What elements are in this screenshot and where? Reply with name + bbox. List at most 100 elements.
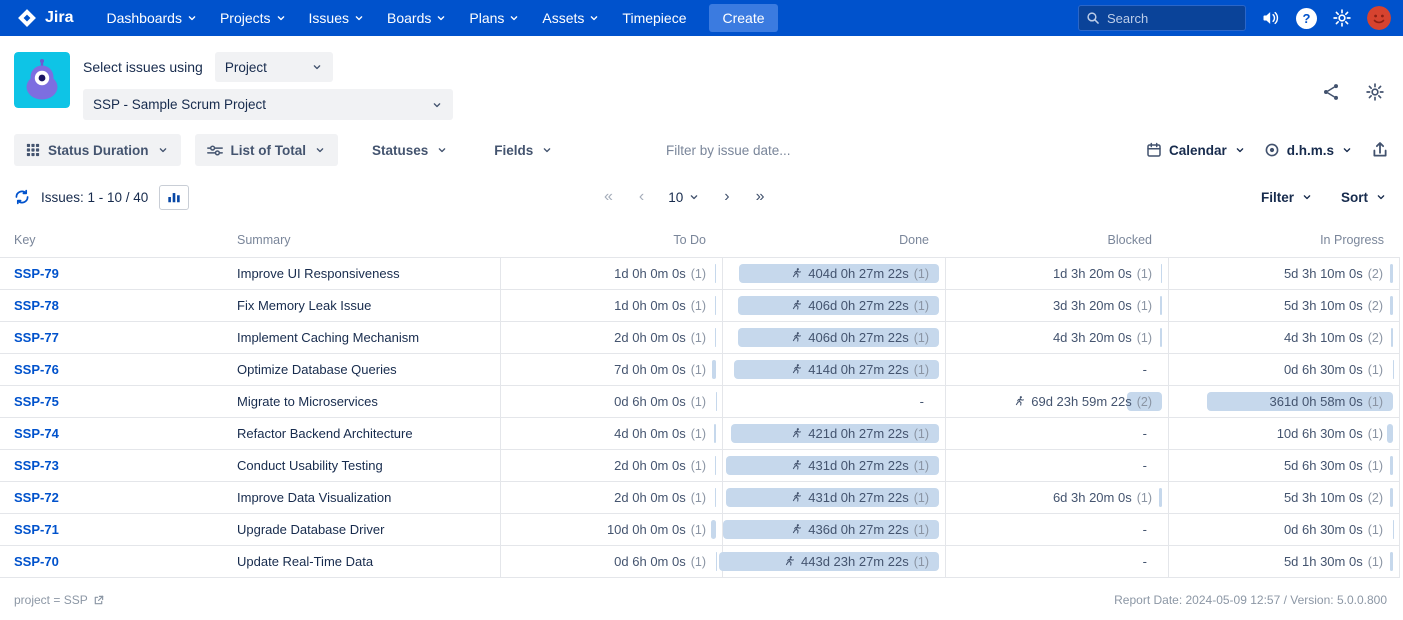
gear-icon [1332, 8, 1352, 28]
nav-item-issues[interactable]: Issues [298, 0, 376, 36]
nav-item-boards[interactable]: Boards [376, 0, 458, 36]
issue-key-link[interactable]: SSP-78 [14, 298, 59, 313]
summary-text: Implement Caching Mechanism [237, 330, 419, 345]
issue-key-link[interactable]: SSP-74 [14, 426, 59, 441]
done-cell: 443d 23h 27m 22s(1) [722, 546, 945, 577]
issue-key-link[interactable]: SSP-73 [14, 458, 59, 473]
report-settings-button[interactable] [1365, 82, 1385, 102]
issue-key-link[interactable]: SSP-75 [14, 394, 59, 409]
issue-key-link[interactable]: SSP-72 [14, 490, 59, 505]
time-format-button[interactable]: d.h.m.s [1264, 142, 1353, 158]
blocked-cell: 3d 3h 20m 0s (1) [945, 290, 1168, 321]
search-box [1078, 5, 1246, 31]
duration-value: 431d 0h 27m 22s [808, 458, 908, 473]
issue-key-link[interactable]: SSP-77 [14, 330, 59, 345]
project-select-dropdown[interactable]: SSP - Sample Scrum Project [83, 89, 453, 120]
duration-value: - [1143, 554, 1147, 569]
report-type-button[interactable]: Status Duration [14, 134, 181, 166]
done-cell: 406d 0h 27m 22s(1) [722, 290, 945, 321]
in-progress-cell: 5d 3h 10m 0s(2) [1168, 290, 1400, 321]
jira-logo-icon [16, 7, 38, 29]
issue-key-link[interactable]: SSP-71 [14, 522, 59, 537]
chevron-down-icon [353, 12, 365, 24]
select-type-dropdown[interactable]: Project [215, 52, 333, 82]
first-page-button[interactable]: « [594, 186, 623, 208]
share-icon [1321, 82, 1341, 102]
user-avatar[interactable] [1367, 6, 1391, 30]
nav-item-assets[interactable]: Assets [531, 0, 611, 36]
chevron-down-icon [311, 61, 323, 73]
nav-item-timepiece[interactable]: Timepiece [611, 0, 697, 36]
duration-value: - [920, 394, 924, 409]
duration-bar [1390, 296, 1393, 315]
status-count: (1) [691, 395, 706, 409]
nav-item-plans[interactable]: Plans [458, 0, 531, 36]
last-page-button[interactable]: » [746, 186, 775, 208]
report-meta: Report Date: 2024-05-09 12:57 / Version:… [1114, 593, 1387, 607]
nav-item-label: Timepiece [622, 10, 686, 26]
report-type-label: Status Duration [48, 143, 149, 158]
bar-chart-icon [167, 190, 181, 204]
list-of-total-button[interactable]: List of Total [195, 134, 339, 166]
duration-value: 3d 3h 20m 0s [1053, 298, 1132, 313]
jql-filter-link[interactable]: project = SSP [14, 593, 104, 607]
status-count: (1) [1137, 299, 1152, 313]
todo-cell: 0d 6h 0m 0s(1) [500, 386, 722, 417]
nav-item-label: Issues [309, 10, 349, 26]
nav-item-dashboards[interactable]: Dashboards [95, 0, 209, 36]
column-header-todo[interactable]: To Do [500, 233, 722, 247]
issue-date-filter[interactable]: Filter by issue date... [666, 143, 791, 158]
duration-value: 0d 6h 0m 0s [614, 554, 686, 569]
column-header-summary[interactable]: Summary [237, 233, 500, 247]
issue-key-link[interactable]: SSP-76 [14, 362, 59, 377]
status-count: (1) [691, 427, 706, 441]
duration-bar [1387, 424, 1393, 443]
prev-page-button[interactable]: ‹ [629, 186, 654, 208]
time-format-label: d.h.m.s [1287, 143, 1334, 158]
duration-value: 0d 6h 30m 0s [1284, 362, 1363, 377]
status-count: (2) [1368, 331, 1383, 345]
column-header-in-progress[interactable]: In Progress [1168, 233, 1400, 247]
share-button[interactable] [1321, 82, 1341, 102]
calendar-button[interactable]: Calendar [1146, 142, 1246, 158]
status-count: (1) [914, 491, 929, 505]
export-button[interactable] [1371, 141, 1389, 159]
chart-view-button[interactable] [159, 185, 189, 210]
status-count: (1) [1368, 363, 1383, 377]
duration-bar [715, 488, 716, 507]
column-header-done[interactable]: Done [722, 233, 945, 247]
issue-summary: Conduct Usability Testing [237, 450, 500, 481]
next-page-button[interactable]: › [714, 186, 739, 208]
refresh-button[interactable] [14, 189, 30, 205]
todo-cell: 2d 0h 0m 0s(1) [500, 322, 722, 353]
status-count: (1) [691, 555, 706, 569]
duration-value: 2d 0h 0m 0s [614, 458, 686, 473]
issue-key-link[interactable]: SSP-79 [14, 266, 59, 281]
table-row: SSP-71 Upgrade Database Driver 10d 0h 0m… [0, 514, 1400, 546]
sort-dropdown[interactable]: Sort [1341, 190, 1387, 205]
blocked-cell: 69d 23h 59m 22s(2) [945, 386, 1168, 417]
megaphone-icon [1261, 8, 1281, 28]
blocked-cell: - [945, 450, 1168, 481]
search-input[interactable] [1078, 5, 1246, 31]
help-button[interactable]: ? [1296, 8, 1317, 29]
issue-key-link[interactable]: SSP-70 [14, 554, 59, 569]
duration-value: 5d 3h 10m 0s [1284, 266, 1363, 281]
create-button[interactable]: Create [709, 4, 777, 32]
page-size-dropdown[interactable]: 10 [660, 188, 708, 207]
issue-key-cell: SSP-72 [0, 482, 237, 513]
chevron-down-icon [435, 12, 447, 24]
column-header-blocked[interactable]: Blocked [945, 233, 1168, 247]
nav-item-projects[interactable]: Projects [209, 0, 298, 36]
fields-button[interactable]: Fields [482, 134, 565, 166]
nav-right-group: ? [1078, 5, 1391, 31]
settings-button[interactable] [1332, 8, 1352, 28]
column-header-key[interactable]: Key [0, 233, 237, 247]
jira-home-link[interactable]: Jira [16, 7, 73, 29]
filter-dropdown[interactable]: Filter [1261, 190, 1313, 205]
duration-bar [1159, 488, 1162, 507]
duration-value: - [1143, 426, 1147, 441]
duration-value: 2d 0h 0m 0s [614, 330, 686, 345]
statuses-button[interactable]: Statuses [360, 134, 460, 166]
announcements-button[interactable] [1261, 8, 1281, 28]
